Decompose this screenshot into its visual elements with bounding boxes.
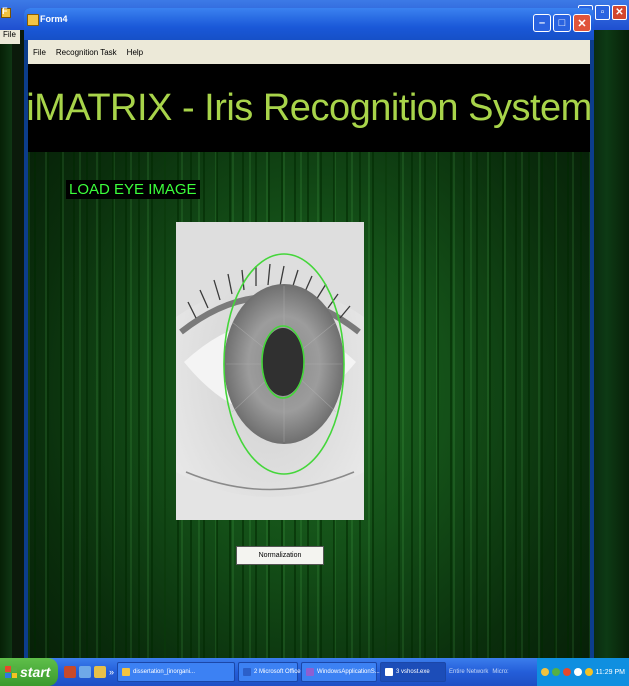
windows-logo-icon (5, 666, 17, 678)
form-client-area: iMATRIX - Iris Recognition System LOAD E… (28, 64, 590, 658)
load-eye-image-label[interactable]: LOAD EYE IMAGE (66, 180, 200, 199)
browser-icon[interactable] (94, 666, 106, 678)
eye-image (176, 222, 364, 520)
maximize-button[interactable]: □ (553, 14, 571, 32)
tray-icon[interactable] (551, 668, 560, 676)
taskbar-item-label: 3 vshost.exe (396, 669, 430, 675)
close-button[interactable]: ✕ (612, 5, 627, 20)
window-icon (385, 668, 394, 676)
menu-bar: File Recognition Task Help (28, 40, 590, 64)
quick-launch (64, 666, 106, 678)
chevron-right-icon[interactable]: » (109, 667, 114, 677)
taskbar-item-label: dissertation_[inorgani... (133, 669, 196, 675)
messenger-icon[interactable] (79, 666, 91, 678)
visual-studio-icon (306, 668, 315, 676)
menu-file[interactable]: File (28, 48, 51, 57)
form-icon (27, 14, 39, 26)
tray-icon[interactable] (540, 668, 549, 676)
taskbar: start » dissertation_[inorgani... 2 Micr… (0, 658, 629, 686)
background-window-content (0, 44, 12, 658)
background-menu-file[interactable]: File (0, 30, 20, 44)
eye-illustration (176, 222, 364, 520)
start-label: start (20, 664, 51, 680)
taskbar-item[interactable]: 2 Microsoft Office ... (238, 662, 307, 682)
restore-button[interactable]: ▫ (595, 5, 610, 20)
normalization-button[interactable]: Normalization (236, 546, 324, 565)
folder-icon (122, 668, 131, 676)
background-window-title: F (2, 6, 8, 16)
form4-window: Form4 – □ ✕ File Recognition Task Help i… (24, 8, 594, 658)
clock[interactable]: 11:29 PM (596, 669, 625, 676)
desktop-icon[interactable] (64, 666, 76, 678)
title-banner: iMATRIX - Iris Recognition System (28, 64, 590, 152)
taskbar-item-label: WindowsApplicationS... (317, 669, 380, 675)
tray-icon[interactable] (562, 668, 571, 676)
word-icon (243, 668, 252, 676)
menu-help[interactable]: Help (122, 48, 148, 57)
system-tray: 11:29 PM (536, 658, 629, 686)
start-button[interactable]: start (0, 658, 58, 686)
menu-recognition-task[interactable]: Recognition Task (51, 48, 122, 57)
close-button[interactable]: ✕ (573, 14, 591, 32)
taskbar-item[interactable]: WindowsApplicationS... (301, 662, 380, 682)
minimize-button[interactable]: – (533, 14, 551, 32)
taskbar-item-label: 2 Microsoft Office ... (254, 669, 308, 675)
taskbar-item-active[interactable]: 3 vshost.exe (380, 662, 447, 682)
micro-label[interactable]: Micro: (492, 669, 508, 675)
tray-icon[interactable] (573, 668, 582, 676)
tray-icon[interactable] (584, 668, 593, 676)
taskbar-item[interactable]: dissertation_[inorgani... (117, 662, 236, 682)
window-title: Form4 (40, 14, 68, 24)
background-window-content-right (592, 30, 629, 658)
network-label[interactable]: Entire Network (449, 669, 488, 675)
window-titlebar[interactable]: Form4 – □ ✕ (24, 8, 594, 40)
banner-title: iMATRIX - Iris Recognition System (28, 86, 590, 129)
